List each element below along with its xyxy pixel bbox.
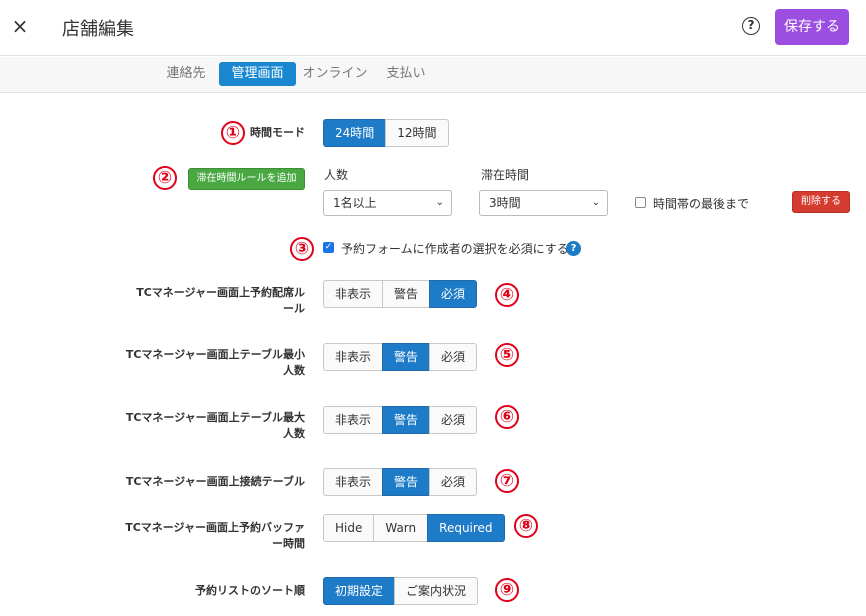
option-hide[interactable]: 非表示 — [323, 406, 384, 434]
setting-label-table-min: TCマネージャー画面上テーブル最小 人数 — [120, 347, 305, 379]
marker-7: ⑦ — [495, 469, 519, 493]
chevron-down-icon: ⌄ — [435, 197, 444, 208]
time-mode-label: 時間モード — [250, 126, 305, 139]
option-hide[interactable]: 非表示 — [323, 280, 384, 308]
time-mode-24h-option[interactable]: 24時間 — [323, 119, 387, 147]
add-stay-rule-button[interactable]: 滞在時間ルールを追加 — [188, 168, 305, 190]
option-hide[interactable]: 非表示 — [323, 343, 384, 371]
marker-6: ⑥ — [495, 405, 519, 429]
stay-time-select[interactable]: 3時間 ⌄ — [479, 190, 608, 216]
setting-label-seating-rule: TCマネージャー画面上予約配席ル ール — [120, 285, 305, 317]
people-select[interactable]: 1名以上 ⌄ — [323, 190, 452, 216]
until-end-checkbox[interactable] — [635, 197, 646, 208]
require-creator-checkbox[interactable]: ✓ — [323, 242, 334, 253]
option-required[interactable]: Required — [427, 514, 505, 542]
connected-table-toggle: 非表示 警告 必須 — [323, 468, 478, 496]
label-line: 人数 — [283, 427, 305, 440]
label-line: TCマネージャー画面上接続テーブル — [125, 475, 305, 488]
option-warn[interactable]: 警告 — [382, 468, 431, 496]
marker-3: ③ — [290, 237, 314, 261]
marker-5: ⑤ — [495, 343, 519, 367]
option-warn[interactable]: Warn — [373, 514, 429, 542]
close-icon[interactable]: × — [10, 14, 30, 38]
help-icon[interactable]: ? — [742, 17, 760, 35]
people-select-value: 1名以上 — [333, 196, 377, 210]
until-end-label: 時間帯の最後まで — [653, 197, 750, 211]
marker-8: ⑧ — [514, 514, 538, 538]
option-guidance-status[interactable]: ご案内状況 — [394, 577, 479, 605]
help-icon[interactable]: ? — [566, 241, 581, 256]
tab-bar: 連絡先 管理画面 オンライン 支払い — [0, 57, 866, 93]
time-mode-toggle: 24時間 12時間 — [323, 119, 449, 147]
stay-time-select-value: 3時間 — [489, 196, 521, 210]
label-line: ー時間 — [272, 537, 305, 550]
option-required[interactable]: 必須 — [429, 406, 478, 434]
sort-order-label: 予約リストのソート順 — [195, 584, 305, 597]
option-warn[interactable]: 警告 — [382, 406, 431, 434]
table-min-toggle: 非表示 警告 必須 — [323, 343, 478, 371]
marker-4: ④ — [495, 283, 519, 307]
require-creator-label: 予約フォームに作成者の選択を必須にする — [341, 242, 569, 256]
option-required[interactable]: 必須 — [429, 468, 478, 496]
label-line: ール — [283, 302, 305, 315]
option-hide[interactable]: 非表示 — [323, 468, 384, 496]
option-default[interactable]: 初期設定 — [323, 577, 396, 605]
sort-order-toggle: 初期設定 ご案内状況 — [323, 577, 479, 605]
save-button[interactable]: 保存する — [775, 9, 849, 45]
time-mode-12h-option[interactable]: 12時間 — [385, 119, 449, 147]
label-line: TCマネージャー画面上テーブル最大 — [125, 411, 305, 424]
chevron-down-icon: ⌄ — [591, 197, 600, 208]
label-line: TCマネージャー画面上予約配席ル — [136, 286, 305, 299]
setting-label-connected-table: TCマネージャー画面上接続テーブル — [120, 474, 305, 490]
option-warn[interactable]: 警告 — [382, 343, 431, 371]
option-warn[interactable]: 警告 — [382, 280, 431, 308]
label-line: TCマネージャー画面上テーブル最小 — [125, 348, 305, 361]
option-required[interactable]: 必須 — [429, 343, 478, 371]
people-label: 人数 — [324, 168, 349, 182]
page-title: 店舗編集 — [62, 19, 134, 40]
delete-button[interactable]: 削除する — [792, 191, 850, 213]
tab-payment[interactable]: 支払い — [380, 62, 432, 86]
setting-label-buffer-time: TCマネージャー画面上予約バッファ ー時間 — [120, 520, 305, 552]
tab-online[interactable]: オンライン — [302, 62, 368, 86]
header: × 店舗編集 ? 保存する — [0, 0, 866, 56]
option-required[interactable]: 必須 — [429, 280, 478, 308]
stay-time-label: 滞在時間 — [481, 168, 530, 182]
marker-2: ② — [153, 166, 177, 190]
seating-rule-toggle: 非表示 警告 必須 — [323, 280, 478, 308]
option-hide[interactable]: Hide — [323, 514, 375, 542]
marker-9: ⑨ — [495, 578, 519, 602]
buffer-time-toggle: Hide Warn Required — [323, 514, 505, 542]
label-line: 人数 — [283, 364, 305, 377]
setting-label-table-max: TCマネージャー画面上テーブル最大 人数 — [120, 410, 305, 442]
tab-admin-screen[interactable]: 管理画面 — [219, 62, 296, 86]
table-max-toggle: 非表示 警告 必須 — [323, 406, 478, 434]
tab-contact[interactable]: 連絡先 — [160, 62, 212, 86]
label-line: TCマネージャー画面上予約バッファ — [125, 521, 305, 534]
